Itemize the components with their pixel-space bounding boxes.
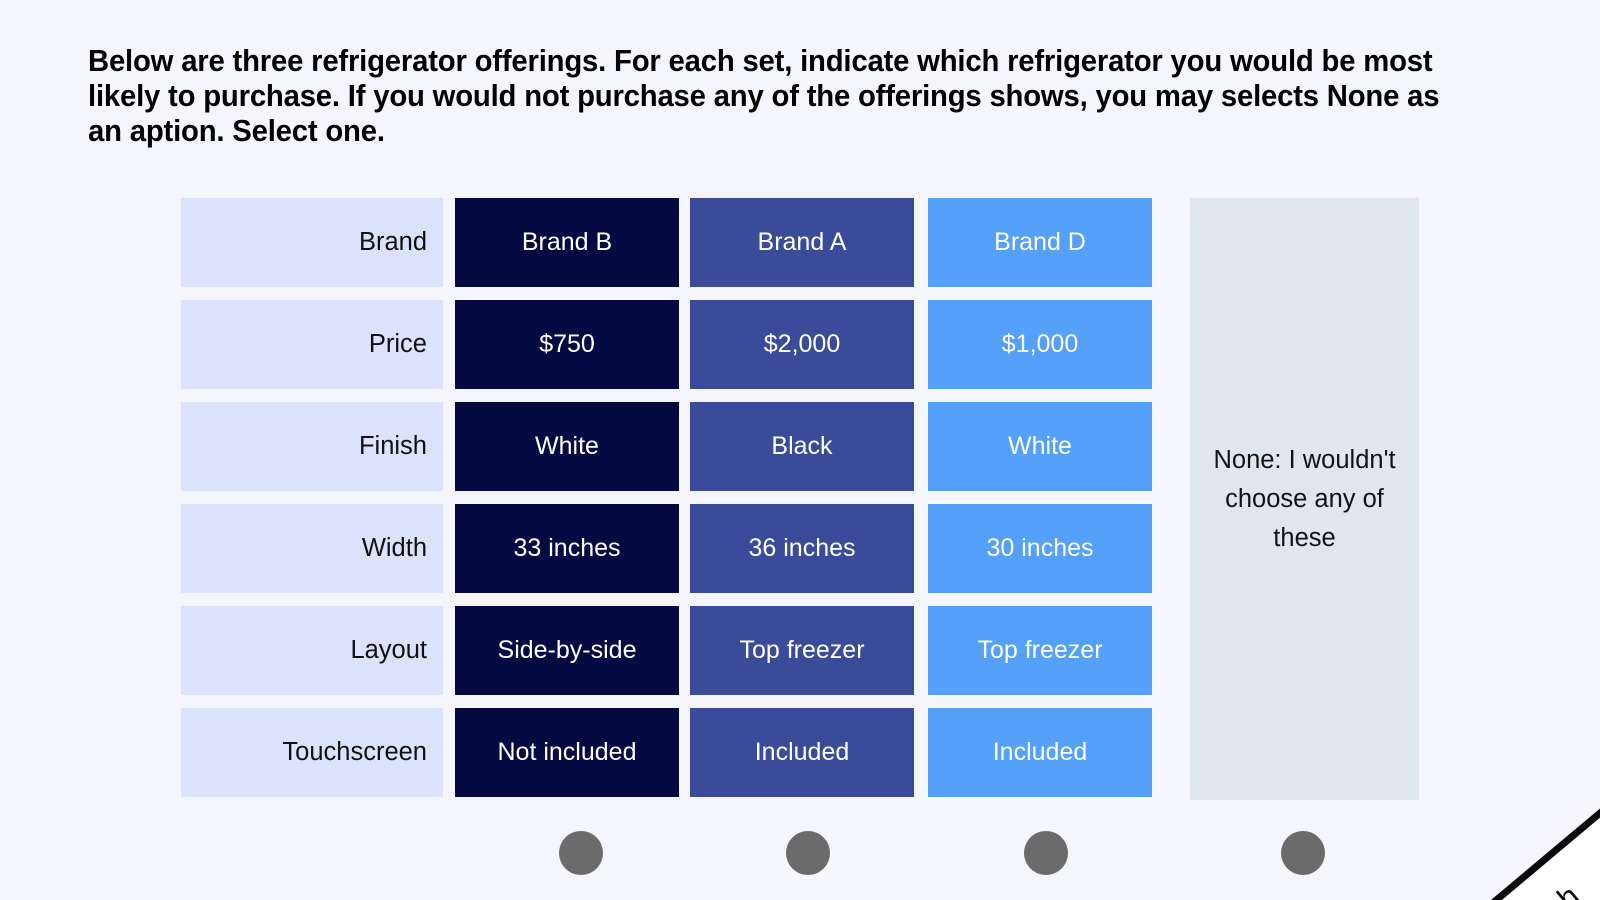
- cell-concept3-width[interactable]: 30 inches: [928, 504, 1152, 593]
- cell-concept1-finish[interactable]: White: [455, 402, 679, 491]
- radio-button-concept-1[interactable]: [559, 831, 603, 875]
- logo-wordmark: driveresearch: [1419, 879, 1586, 900]
- cell-concept3-finish[interactable]: White: [928, 402, 1152, 491]
- radio-button-concept-2[interactable]: [786, 831, 830, 875]
- radio-button-concept-3[interactable]: [1024, 831, 1068, 875]
- attribute-label-brand: Brand: [181, 198, 443, 287]
- cell-concept2-width[interactable]: 36 inches: [690, 504, 914, 593]
- radio-button-none[interactable]: [1281, 831, 1325, 875]
- attribute-label-finish: Finish: [181, 402, 443, 491]
- attribute-label-width: Width: [181, 504, 443, 593]
- attribute-label-touchscreen: Touchscreen: [181, 708, 443, 797]
- cell-concept2-price[interactable]: $2,000: [690, 300, 914, 389]
- conjoint-grid: Brand Brand B Brand A Brand D Price $750…: [181, 198, 1419, 800]
- cell-concept3-touchscreen[interactable]: Included: [928, 708, 1152, 797]
- attribute-label-layout: Layout: [181, 606, 443, 695]
- cell-concept3-price[interactable]: $1,000: [928, 300, 1152, 389]
- cell-concept1-width[interactable]: 33 inches: [455, 504, 679, 593]
- cell-concept2-finish[interactable]: Black: [690, 402, 914, 491]
- slide-canvas: Below are three refrigerator offerings. …: [0, 0, 1600, 900]
- cell-concept1-price[interactable]: $750: [455, 300, 679, 389]
- cell-concept2-touchscreen[interactable]: Included: [690, 708, 914, 797]
- cell-concept2-layout[interactable]: Top freezer: [690, 606, 914, 695]
- cell-concept2-brand[interactable]: Brand A: [690, 198, 914, 287]
- cell-concept3-layout[interactable]: Top freezer: [928, 606, 1152, 695]
- cell-concept1-touchscreen[interactable]: Not included: [455, 708, 679, 797]
- none-option-panel[interactable]: None: I wouldn't choose any of these: [1190, 198, 1419, 800]
- attribute-label-price: Price: [181, 300, 443, 389]
- cell-concept3-brand[interactable]: Brand D: [928, 198, 1152, 287]
- none-option-label: None: I wouldn't choose any of these: [1213, 445, 1396, 552]
- cell-concept1-brand[interactable]: Brand B: [455, 198, 679, 287]
- logo-word-research: research: [1474, 879, 1586, 900]
- cell-concept1-layout[interactable]: Side-by-side: [455, 606, 679, 695]
- question-prompt: Below are three refrigerator offerings. …: [88, 44, 1440, 148]
